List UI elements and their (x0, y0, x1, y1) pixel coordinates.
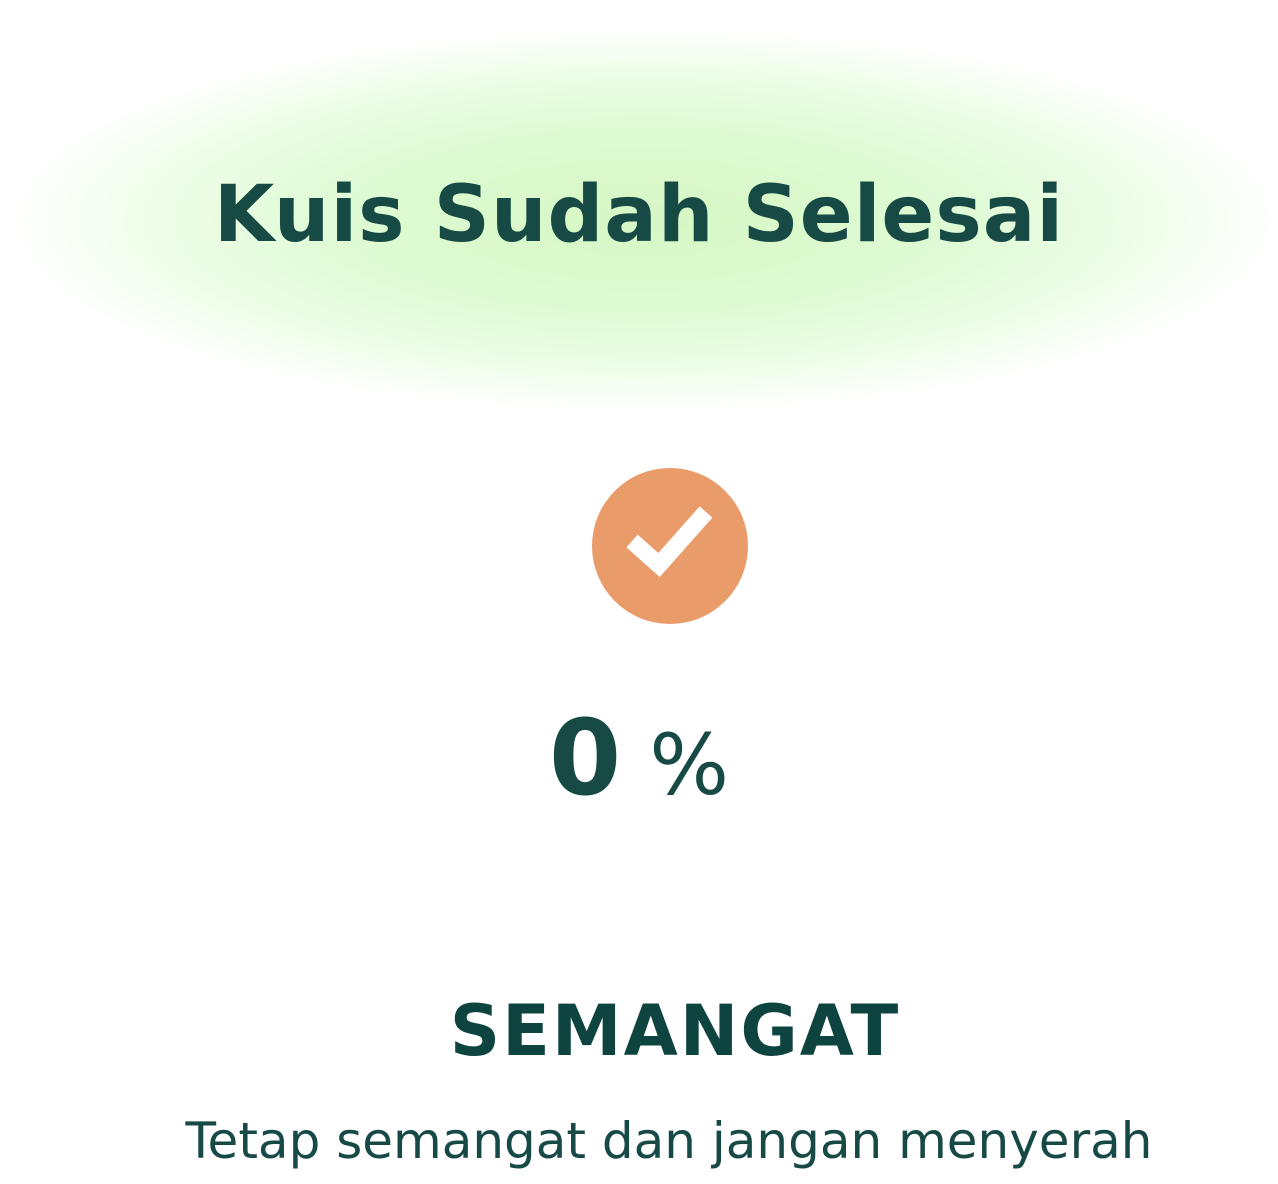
score-display: 0% (0, 706, 1278, 810)
checkmark-icon (626, 506, 713, 578)
encouragement-message: Tetap semangat dan jangan menyerah (185, 1112, 1153, 1170)
score-value: 0 (548, 697, 622, 819)
check-circle-icon (592, 468, 748, 624)
page-title: Kuis Sudah Selesai (213, 170, 1065, 260)
quiz-result-screen: Kuis Sudah Selesai 0% SEMANGAT Tetap sem… (0, 0, 1278, 1184)
result-status: SEMANGAT (449, 990, 901, 1072)
score-unit: % (649, 716, 730, 814)
